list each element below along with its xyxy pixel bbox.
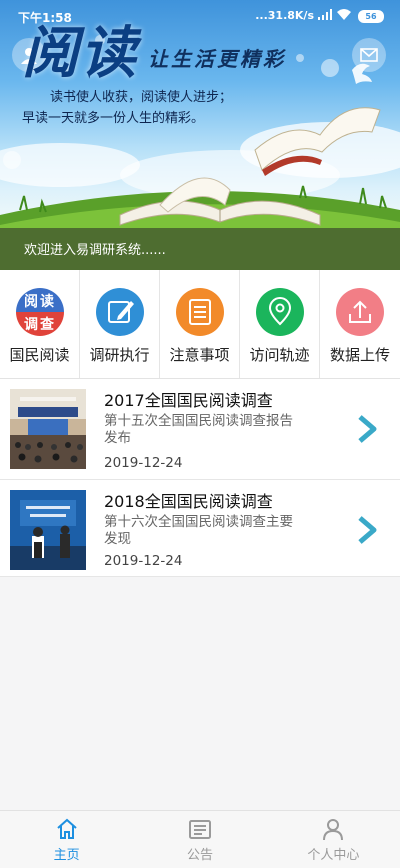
- news-description: 第十五次全国国民阅读调查报告发布: [104, 413, 293, 446]
- message-button[interactable]: [352, 38, 386, 72]
- bottom-tab-bar: 主页 公告 个人中心: [0, 810, 400, 868]
- nav-label: 调研执行: [89, 346, 150, 364]
- nav-label: 注意事项: [169, 346, 230, 364]
- welcome-text: 欢迎进入易调研系统......: [24, 243, 166, 258]
- tab-label: 公告: [186, 848, 213, 863]
- news-date: 2019-12-24: [104, 553, 183, 569]
- person-icon: [323, 819, 344, 841]
- news-description: 第十六次全国国民阅读调查主要发现: [104, 514, 293, 547]
- news-thumbnail: [10, 389, 86, 469]
- network-speed: ...31.8K/s: [255, 9, 314, 22]
- notice-icon: [188, 820, 211, 839]
- mail-icon: [360, 48, 378, 62]
- upload-icon: [336, 288, 384, 336]
- welcome-marquee: 欢迎进入易调研系统......: [0, 228, 400, 270]
- news-thumbnail: [10, 490, 86, 570]
- feature-grid: 阅读 调查 国民阅读 调研执行 注意事项 访问轨迹 数据上传: [0, 270, 400, 379]
- banner-title: 阅读: [22, 20, 138, 86]
- nav-item-visit-track[interactable]: 访问轨迹: [240, 270, 320, 378]
- nav-item-data-upload[interactable]: 数据上传: [320, 270, 400, 378]
- nav-label: 访问轨迹: [249, 346, 310, 364]
- news-date: 2019-12-24: [104, 455, 183, 471]
- signal-icon: [318, 9, 332, 20]
- nav-item-notes[interactable]: 注意事项: [160, 270, 240, 378]
- battery-indicator: 56: [358, 10, 384, 23]
- wifi-icon: [337, 9, 351, 20]
- chevron-right-icon: [358, 415, 377, 443]
- list-item[interactable]: 2017全国国民阅读调查 第十五次全国国民阅读调查报告发布 2019-12-24: [0, 379, 400, 480]
- edit-icon: [96, 288, 144, 336]
- top-banner: 下午1:58 ...31.8K/s 56 阅读 让生活更精彩 读书使人收获，阅读…: [0, 0, 400, 270]
- nav-item-survey-execution[interactable]: 调研执行: [80, 270, 160, 378]
- news-title: 2017全国国民阅读调查: [104, 391, 273, 410]
- tab-label: 主页: [53, 848, 80, 863]
- reading-survey-icon: 阅读 调查: [16, 288, 64, 336]
- nav-label: 国民阅读: [9, 346, 70, 364]
- banner-slogan-2: 早读一天就多一份人生的精彩。: [22, 111, 205, 126]
- tab-home[interactable]: 主页: [0, 811, 133, 868]
- nav-item-national-reading[interactable]: 阅读 调查 国民阅读: [0, 270, 80, 378]
- nav-label: 数据上传: [329, 346, 390, 364]
- banner-slogan-1: 读书使人收获，阅读使人进步；: [50, 90, 233, 105]
- location-pin-icon: [256, 288, 304, 336]
- list-item[interactable]: 2018全国国民阅读调查 第十六次全国国民阅读调查主要发现 2019-12-24: [0, 480, 400, 577]
- news-title: 2018全国国民阅读调查: [104, 492, 273, 511]
- tab-notice[interactable]: 公告: [133, 811, 266, 868]
- home-icon: [56, 818, 77, 839]
- tab-profile[interactable]: 个人中心: [267, 811, 400, 868]
- news-list: 2017全国国民阅读调查 第十五次全国国民阅读调查报告发布 2019-12-24…: [0, 379, 400, 577]
- banner-subtitle: 让生活更精彩: [148, 47, 286, 71]
- chevron-right-icon: [358, 516, 377, 544]
- tab-label: 个人中心: [307, 848, 360, 863]
- notes-icon: [176, 288, 224, 336]
